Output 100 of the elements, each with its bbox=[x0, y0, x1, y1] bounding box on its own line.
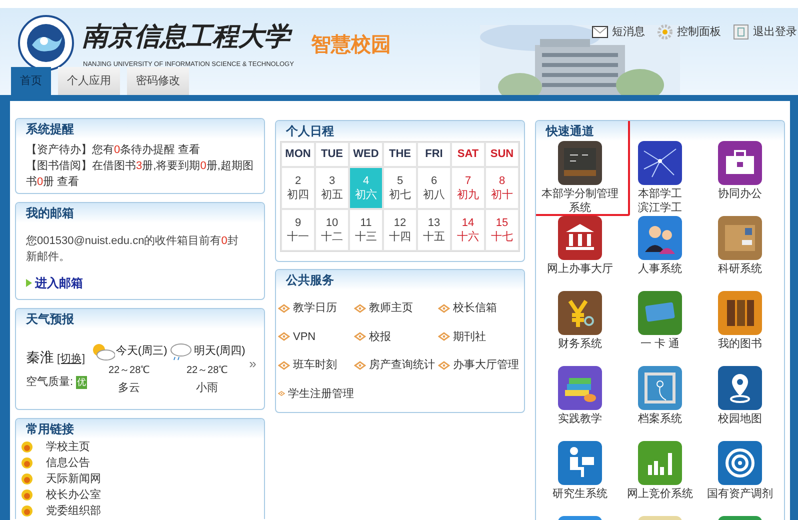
calendar-day[interactable]: 7 初九 bbox=[451, 167, 485, 209]
nav-tab[interactable]: 密码修改 bbox=[127, 67, 189, 95]
lunar-date: 初七 bbox=[389, 188, 411, 202]
lunar-date: 十二 bbox=[321, 230, 343, 244]
app-link[interactable]: 我的图书 bbox=[700, 337, 780, 351]
triangle-icon bbox=[26, 279, 32, 287]
app-link[interactable]: 本部学分制管理系统 bbox=[540, 187, 620, 215]
day-number: 13 bbox=[428, 216, 440, 230]
forecast-temperature: 22～28℃ bbox=[186, 364, 228, 378]
header-link[interactable]: 退出登录 bbox=[733, 24, 797, 40]
day-number: 11 bbox=[360, 216, 372, 230]
calendar-day[interactable]: 6 初八 bbox=[417, 167, 451, 209]
day-number: 3 bbox=[328, 174, 336, 188]
app-link[interactable]: 滨江学工 bbox=[638, 201, 682, 215]
link-item[interactable]: 学校主页 bbox=[46, 440, 90, 454]
service-link[interactable]: 教学日历 bbox=[293, 300, 337, 316]
view-link[interactable]: 查看 bbox=[178, 144, 200, 156]
calendar-day[interactable]: 3 初五 bbox=[315, 167, 349, 209]
app-link[interactable]: 本部学工 bbox=[638, 187, 682, 201]
day-number: 2 bbox=[294, 174, 302, 188]
app-link[interactable]: 科研系统 bbox=[700, 262, 780, 276]
lunar-date: 十六 bbox=[457, 230, 479, 244]
sun-icon bbox=[21, 457, 33, 469]
settings-icon bbox=[657, 24, 673, 40]
app-link[interactable]: 协同办公 bbox=[700, 187, 780, 201]
app-link[interactable]: 实践教学 bbox=[540, 412, 620, 426]
calendar-day[interactable]: 13 十五 bbox=[417, 209, 451, 251]
diamond-arrow-icon bbox=[438, 360, 450, 370]
diamond-arrow-icon bbox=[438, 304, 450, 313]
day-number: 14 bbox=[462, 216, 474, 230]
app-link[interactable]: 校园地图 bbox=[700, 412, 780, 426]
day-number: 8 bbox=[498, 174, 506, 188]
service-link[interactable]: 办事大厅管理 bbox=[453, 357, 519, 374]
calendar-day[interactable]: 10 十二 bbox=[315, 209, 349, 251]
app-link[interactable]: 研究生系统 bbox=[540, 487, 620, 501]
calendar-day[interactable]: 14 十六 bbox=[451, 209, 485, 251]
calendar-day[interactable]: 5 初七 bbox=[383, 167, 417, 209]
service-link[interactable]: 教师主页 bbox=[369, 300, 413, 316]
app-link[interactable]: 档案系统 bbox=[620, 412, 700, 426]
link-item[interactable]: 校长办公室 bbox=[46, 488, 101, 502]
view-link[interactable]: 查看 bbox=[57, 176, 80, 188]
forecast-description: 多云 bbox=[118, 380, 140, 396]
weekday-header: MON bbox=[281, 142, 315, 167]
rain-cloud-icon bbox=[168, 342, 193, 361]
link-item[interactable]: 党委组织部 bbox=[46, 504, 101, 518]
school-name: 南京信息工程大学 bbox=[82, 20, 290, 54]
forecast-description: 小雨 bbox=[196, 380, 218, 396]
lunar-date: 十三 bbox=[355, 230, 377, 244]
lunar-date: 初四 bbox=[287, 188, 309, 202]
app-link[interactable]: 网上竞价系统 bbox=[620, 487, 700, 501]
day-number: 10 bbox=[326, 216, 338, 230]
mailbox-link[interactable]: 进入邮箱 bbox=[26, 275, 254, 291]
lunar-date: 十五 bbox=[423, 230, 445, 244]
service-link[interactable]: 期刊社 bbox=[453, 328, 486, 345]
app-link[interactable]: 网上办事大厅 bbox=[540, 262, 620, 276]
weekday-header: FRI bbox=[417, 142, 451, 167]
reminder-text: 【资产待办】您有0条待办提醒 查看 bbox=[26, 142, 202, 158]
service-link[interactable]: 校报 bbox=[369, 328, 391, 345]
forecast-day: 明天(周四) bbox=[194, 343, 246, 360]
header-link[interactable]: 控制面板 bbox=[657, 24, 721, 40]
app-link[interactable]: 国有资产调剂 bbox=[700, 487, 780, 501]
calendar-day[interactable]: 8 初十 bbox=[485, 167, 519, 209]
more-link[interactable]: » bbox=[249, 354, 256, 374]
app-link[interactable]: 财务系统 bbox=[540, 337, 620, 351]
panel-title: 个人日程 bbox=[286, 123, 334, 140]
lunar-date: 初六 bbox=[355, 188, 377, 202]
lunar-date: 初五 bbox=[321, 188, 343, 202]
portal-name: 智慧校园 bbox=[311, 33, 391, 58]
weekday-header: SUN bbox=[485, 142, 519, 167]
nav-tab[interactable]: 个人应用 bbox=[58, 67, 120, 95]
sun-cloud-icon bbox=[90, 342, 115, 361]
day-number: 5 bbox=[396, 174, 404, 188]
service-link[interactable]: VPN bbox=[293, 328, 316, 345]
lunar-date: 十一 bbox=[287, 230, 309, 244]
day-number: 15 bbox=[496, 216, 508, 230]
link-item[interactable]: 信息公告 bbox=[46, 456, 90, 470]
service-link[interactable]: 房产查询统计 bbox=[369, 357, 435, 374]
diamond-arrow-icon bbox=[354, 332, 366, 342]
lunar-date: 十七 bbox=[491, 230, 513, 244]
app-link[interactable]: 一 卡 通 bbox=[620, 337, 700, 351]
switch-link[interactable]: [切换] bbox=[57, 351, 86, 368]
panel-title: 我的邮箱 bbox=[26, 205, 74, 222]
calendar-day[interactable]: 2 初四 bbox=[281, 167, 315, 209]
link-item[interactable]: 天际新闻网 bbox=[46, 472, 101, 486]
weekday-header: THE bbox=[383, 142, 417, 167]
air-quality-badge: 优 bbox=[76, 376, 88, 390]
diamond-arrow-icon bbox=[278, 332, 290, 342]
service-link[interactable]: 班车时刻 bbox=[293, 357, 337, 374]
calendar-day[interactable]: 9 十一 bbox=[281, 209, 315, 251]
panel-title: 常用链接 bbox=[26, 421, 74, 438]
city-name: 秦淮 bbox=[26, 348, 54, 368]
calendar-day[interactable]: 11 十三 bbox=[349, 209, 383, 251]
app-link[interactable]: 人事系统 bbox=[620, 262, 700, 276]
header-link[interactable]: 短消息 bbox=[592, 24, 645, 40]
calendar-day[interactable]: 12 十四 bbox=[383, 209, 417, 251]
diamond-arrow-icon bbox=[278, 360, 290, 370]
calendar-day[interactable]: 15 十七 bbox=[485, 209, 519, 251]
service-link[interactable]: 学生注册管理 bbox=[288, 386, 354, 402]
diamond-arrow-icon bbox=[438, 332, 450, 342]
service-link[interactable]: 校长信箱 bbox=[453, 300, 497, 316]
